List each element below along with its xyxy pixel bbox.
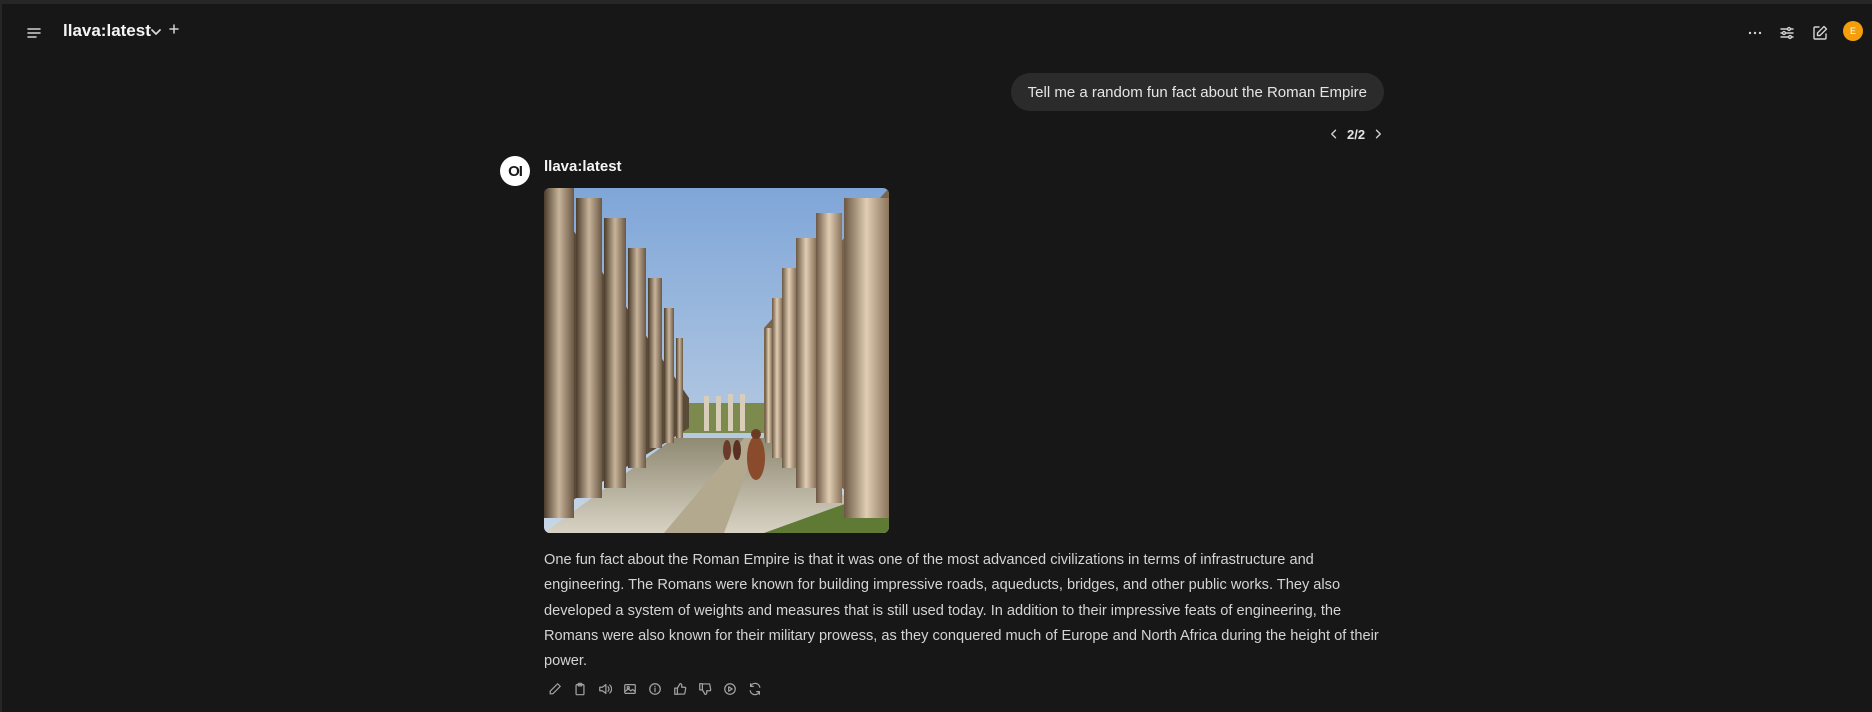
assistant-reply-text: One fun fact about the Roman Empire is t…	[544, 552, 1379, 670]
thumbs-down-icon[interactable]	[696, 680, 714, 698]
play-icon[interactable]	[721, 680, 739, 698]
assistant-avatar: OI	[500, 156, 530, 186]
response-pager: 2/2	[1327, 125, 1385, 143]
user-avatar[interactable]: E	[1843, 21, 1863, 41]
pencil-icon[interactable]	[546, 680, 564, 698]
info-icon[interactable]	[646, 680, 664, 698]
plus-icon[interactable]	[166, 21, 182, 37]
menu-icon[interactable]	[22, 21, 46, 45]
model-selector-title[interactable]: llava:latest	[63, 21, 151, 41]
generated-image[interactable]	[544, 188, 889, 533]
chevron-down-icon[interactable]	[148, 24, 164, 40]
ellipsis-icon[interactable]	[1743, 21, 1767, 45]
edit-icon[interactable]	[1808, 21, 1832, 45]
top-bar: llava:latest E	[2, 4, 1872, 60]
refresh-icon[interactable]	[746, 680, 764, 698]
image-icon[interactable]	[621, 680, 639, 698]
clipboard-icon[interactable]	[571, 680, 589, 698]
chevron-right-icon[interactable]	[1371, 127, 1385, 141]
assistant-model-name: llava:latest	[544, 158, 622, 175]
user-message-bubble: Tell me a random fun fact about the Roma…	[1010, 73, 1384, 111]
chevron-left-icon[interactable]	[1327, 127, 1341, 141]
sliders-icon[interactable]	[1775, 21, 1799, 45]
app-window: llava:latest E Tell me a random fun fact…	[0, 0, 1872, 712]
pager-count: 2/2	[1347, 126, 1366, 142]
speaker-icon[interactable]	[596, 680, 614, 698]
thumbs-up-icon[interactable]	[671, 680, 689, 698]
message-actions-bar	[546, 680, 764, 698]
